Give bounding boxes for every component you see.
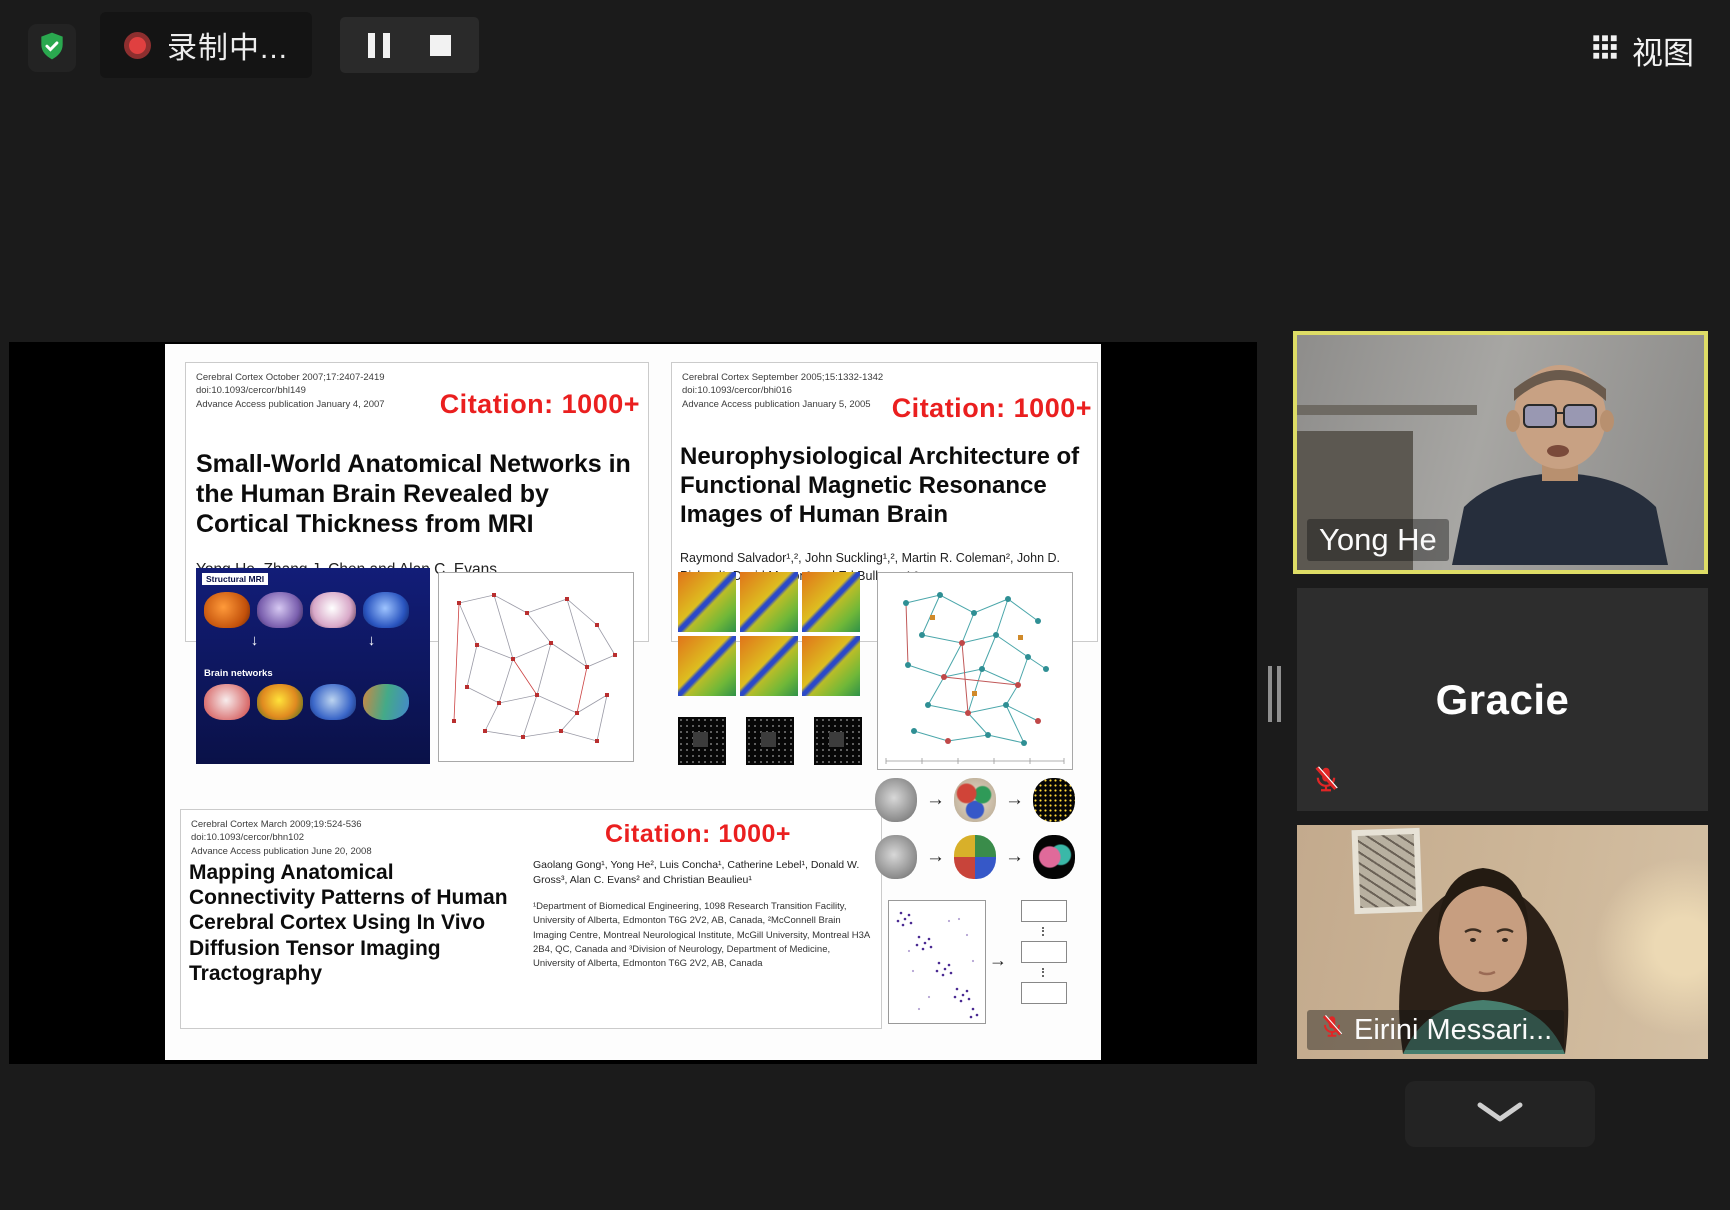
view-label: 视图 <box>1632 28 1694 73</box>
security-button[interactable] <box>28 24 76 72</box>
recording-buttons <box>340 17 479 73</box>
participant-tile-gracie[interactable]: Gracie <box>1297 588 1708 811</box>
brain-image <box>257 684 303 720</box>
participant-name: Eirini Messari... <box>1354 1014 1552 1047</box>
participant-video <box>1432 355 1692 570</box>
paper-panel-3: Cerebral Cortex March 2009;19:524-536 do… <box>180 809 882 1029</box>
network-graph-image-1 <box>438 572 634 762</box>
brain-image <box>257 592 303 628</box>
view-button[interactable]: 视图 <box>1591 28 1694 73</box>
journal-line: Cerebral Cortex September 2005;15:1332-1… <box>682 371 883 384</box>
paper-authors-3: Gaolang Gong¹, Yong He², Luis Concha¹, C… <box>533 858 873 888</box>
citation-badge-1: Citation: 1000+ <box>440 389 640 420</box>
pause-recording-button[interactable] <box>368 33 390 58</box>
participant-tile-eirini[interactable]: Eirini Messari... <box>1297 825 1708 1059</box>
brain-image <box>875 835 917 879</box>
matrix-image <box>746 717 794 765</box>
dti-pipeline-images: → → → → <box>875 778 1075 892</box>
brain-image <box>204 684 250 720</box>
shield-check-icon <box>36 30 68 67</box>
shared-screen-area: Cerebral Cortex October 2007;17:2407-241… <box>9 342 1257 1064</box>
journal-line: Advance Access publication January 5, 20… <box>682 398 883 411</box>
journal-line: doi:10.1093/cercor/bhi016 <box>682 384 883 397</box>
flowchart-box <box>1021 900 1067 922</box>
heatmap-image <box>678 572 736 632</box>
brain-image <box>310 592 356 628</box>
matrix-image <box>678 717 726 765</box>
participant-name: Yong He <box>1319 522 1437 558</box>
record-dot-icon <box>124 32 151 59</box>
right-arrow-icon: → <box>1005 789 1024 811</box>
brain-thumbnails-top <box>204 592 409 628</box>
presentation-slide: Cerebral Cortex October 2007;17:2407-241… <box>165 344 1101 1060</box>
collapse-participants-button[interactable] <box>1405 1081 1595 1147</box>
paper-title-1: Small-World Anatomical Networks in the H… <box>196 449 638 539</box>
flowchart-box <box>1021 982 1067 1004</box>
recording-controls: 录制中... <box>100 12 479 78</box>
brain-image <box>310 684 356 720</box>
journal-line: doi:10.1093/cercor/bhn102 <box>191 831 372 844</box>
journal-line: Advance Access publication January 4, 20… <box>196 398 385 411</box>
journal-info-2: Cerebral Cortex September 2005;15:1332-1… <box>682 371 883 411</box>
heatmap-image <box>802 636 860 696</box>
brain-image <box>204 592 250 628</box>
participant-name-label: Yong He <box>1307 519 1449 561</box>
down-arrows: ↓↓ <box>196 632 430 649</box>
paper-title-2: Neurophysiological Architecture of Funct… <box>680 443 1084 529</box>
brain-image <box>1033 778 1075 822</box>
brain-image <box>875 778 917 822</box>
pipeline-row: → → <box>875 835 1075 879</box>
muted-mic-icon <box>1311 764 1341 799</box>
brain-thumbnails-bottom <box>204 684 409 720</box>
paper-affiliations-3: ¹Department of Biomedical Engineering, 1… <box>533 900 873 971</box>
journal-line: doi:10.1093/cercor/bhl149 <box>196 384 385 397</box>
heatmap-image <box>678 636 736 696</box>
brain-image <box>363 592 409 628</box>
brain-image <box>954 835 996 879</box>
brain-pipeline-image: Structural MRI ↓↓ Brain networks <box>196 568 430 764</box>
brain-image <box>1033 835 1075 879</box>
participant-name-label: Eirini Messari... <box>1307 1010 1564 1050</box>
journal-line: Advance Access publication June 20, 2008 <box>191 845 372 858</box>
matrix-image <box>814 717 862 765</box>
flowchart-connector <box>1042 968 1046 977</box>
recording-status: 录制中... <box>100 12 312 78</box>
brain-image <box>954 778 996 822</box>
journal-info-3: Cerebral Cortex March 2009;19:524-536 do… <box>191 818 372 858</box>
analysis-flowchart <box>1015 900 1073 1022</box>
participant-name: Gracie <box>1436 676 1570 724</box>
right-arrow-icon: → <box>989 950 1007 971</box>
muted-mic-icon <box>1319 1013 1345 1047</box>
connectivity-matrix-plot <box>888 900 986 1024</box>
brain-image <box>363 684 409 720</box>
network-graph-image-2 <box>877 572 1073 770</box>
citation-badge-3: Citation: 1000+ <box>605 820 791 849</box>
participant-tile-yong-he[interactable]: Yong He <box>1293 331 1708 574</box>
heatmap-image <box>740 636 798 696</box>
journal-info-1: Cerebral Cortex October 2007;17:2407-241… <box>196 371 385 411</box>
figure-structural-mri-networks: Structural MRI ↓↓ Brain networks <box>196 568 632 764</box>
recording-label: 录制中... <box>167 23 288 67</box>
right-arrow-icon: → <box>1005 846 1024 868</box>
flowchart-box <box>1021 941 1067 963</box>
paper-title-3: Mapping Anatomical Connectivity Patterns… <box>189 860 525 986</box>
figure-label-brain-networks: Brain networks <box>204 668 273 679</box>
heatmap-image <box>802 572 860 632</box>
flowchart-connector <box>1042 927 1046 936</box>
journal-line: Cerebral Cortex October 2007;17:2407-241… <box>196 371 385 384</box>
correlation-matrix-heatmaps <box>678 572 860 696</box>
heatmap-image <box>740 572 798 632</box>
grid-icon <box>1591 33 1619 69</box>
chevron-down-icon <box>1474 1101 1526 1128</box>
pipeline-row: → → <box>875 778 1075 822</box>
figure-label-structural-mri: Structural MRI <box>202 573 268 585</box>
meeting-window: 录制中... 视图 Cerebral Cortex October 2007;1… <box>0 0 1730 1210</box>
citation-badge-2: Citation: 1000+ <box>892 393 1092 424</box>
journal-line: Cerebral Cortex March 2009;19:524-536 <box>191 818 372 831</box>
adjacency-matrix-images <box>678 717 862 765</box>
panel-resize-handle[interactable] <box>1268 666 1281 722</box>
right-arrow-icon: → <box>926 789 945 811</box>
stop-recording-button[interactable] <box>430 35 451 56</box>
right-arrow-icon: → <box>926 846 945 868</box>
